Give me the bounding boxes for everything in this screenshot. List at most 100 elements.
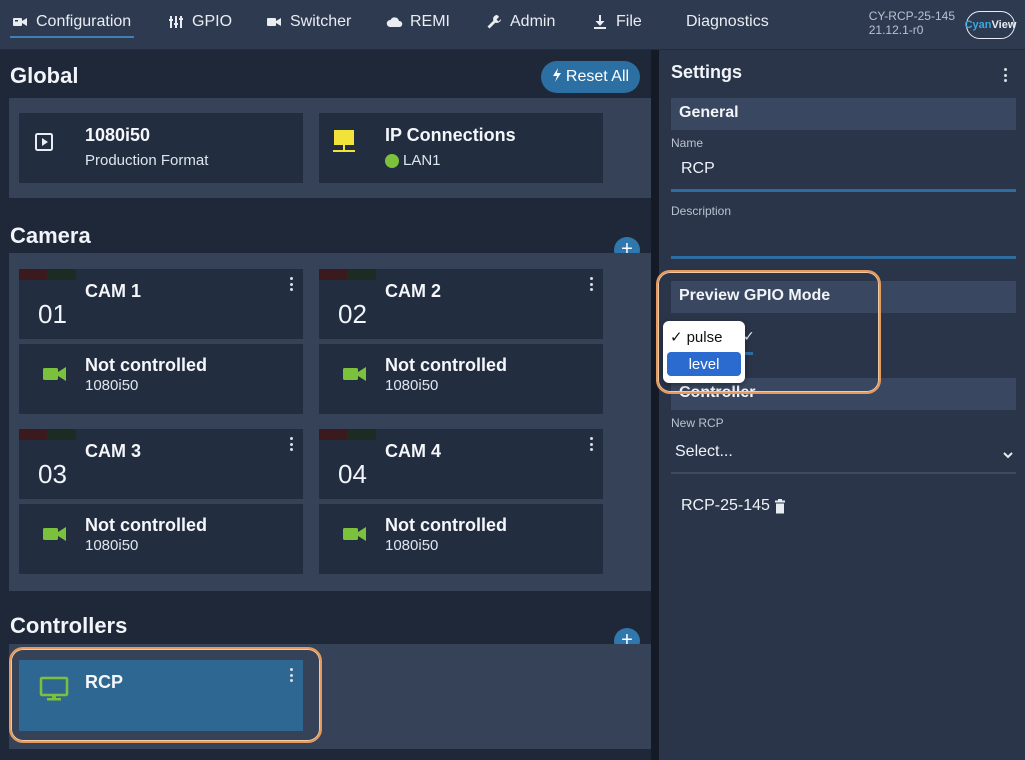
format-title: 1080i50: [85, 125, 151, 145]
general-header: General: [671, 98, 1016, 130]
nav-diagnostics[interactable]: Diagnostics: [686, 12, 769, 32]
camera-name: CAM 1: [85, 281, 142, 301]
camera-number: 02: [338, 299, 367, 329]
camera-status-card-3[interactable]: Not controlled 1080i50: [19, 504, 303, 574]
device-name: CY-RCP-25-145: [868, 9, 955, 23]
camera-status-card-4[interactable]: Not controlled 1080i50: [319, 504, 603, 574]
camera-title: Camera: [10, 223, 91, 248]
new-rcp-select[interactable]: Select...: [675, 443, 733, 461]
wrench-icon: [486, 14, 502, 30]
camera-number: 01: [38, 299, 67, 329]
dropdown-option-pulse[interactable]: ✓ pulse: [667, 325, 741, 349]
rcp-entry-label: RCP-25-145: [681, 497, 770, 514]
network-icon: [331, 129, 357, 160]
camera-status: Not controlled: [85, 355, 207, 375]
camera-name: CAM 4: [385, 441, 442, 461]
nav-switcher[interactable]: Switcher: [266, 12, 351, 32]
reset-all-label: Reset All: [565, 68, 630, 85]
download-icon: [592, 14, 608, 30]
video-camera-icon: [343, 366, 367, 387]
nav-label: Admin: [510, 13, 556, 30]
camera-status: Not controlled: [85, 515, 207, 535]
camera-menu-icon[interactable]: [289, 437, 293, 451]
description-input[interactable]: [681, 230, 1011, 250]
camera-number: 03: [38, 459, 67, 489]
tally-indicator: [319, 269, 376, 280]
format-subtitle: Production Format: [85, 152, 209, 169]
camera-format: 1080i50: [385, 377, 439, 394]
camera-number: 04: [338, 459, 367, 489]
controller-name: RCP: [85, 672, 124, 692]
camera-status-card-1[interactable]: Not controlled 1080i50: [19, 344, 303, 414]
device-version: 21.12.1-r0: [868, 23, 924, 37]
description-label: Description: [671, 204, 732, 218]
nav-configuration[interactable]: Configuration: [12, 12, 131, 32]
camera-status-card-2[interactable]: Not controlled 1080i50: [319, 344, 603, 414]
camera-name: CAM 2: [385, 281, 442, 301]
reset-all-button[interactable]: Reset All: [541, 61, 640, 93]
camera-status: Not controlled: [385, 355, 507, 375]
camera-card-3[interactable]: 03 CAM 3: [19, 429, 303, 499]
nav-admin[interactable]: Admin: [486, 12, 555, 32]
camera-menu-icon[interactable]: [589, 277, 593, 291]
nav-label: REMI: [410, 13, 450, 30]
chevron-down-icon[interactable]: [1002, 447, 1014, 465]
name-underline: [671, 189, 1016, 192]
camera-name: CAM 3: [85, 441, 142, 461]
production-format-card[interactable]: 1080i50 Production Format: [19, 113, 303, 183]
camera-format: 1080i50: [85, 537, 139, 554]
camera-format: 1080i50: [85, 377, 139, 394]
device-info: CY-RCP-25-145 21.12.1-r0: [869, 9, 955, 37]
status-dot-icon: [385, 154, 399, 168]
tally-indicator: [319, 429, 376, 440]
video-camera-icon: [43, 366, 67, 387]
new-rcp-underline: [671, 472, 1016, 474]
new-rcp-label: New RCP: [671, 416, 724, 430]
global-title: Global: [10, 63, 79, 88]
camera-card-2[interactable]: 02 CAM 2: [319, 269, 603, 339]
switcher-icon: [266, 14, 282, 30]
camera-icon: [12, 14, 28, 30]
option-label: pulse: [686, 328, 723, 346]
top-nav: Configuration GPIO Switcher REMI Admin F…: [0, 0, 1025, 50]
settings-menu-icon[interactable]: [1003, 68, 1007, 82]
preview-gpio-header: Preview GPIO Mode: [671, 281, 1016, 313]
nav-label: File: [616, 13, 642, 30]
camera-menu-icon[interactable]: [289, 277, 293, 291]
controller-menu-icon[interactable]: [289, 668, 293, 682]
check-icon: ✓: [670, 329, 683, 346]
gpio-mode-dropdown[interactable]: ✓ pulse level: [663, 321, 745, 383]
ip-connections-card[interactable]: IP Connections LAN1: [319, 113, 603, 183]
video-camera-icon: [43, 526, 67, 547]
nav-label: GPIO: [192, 13, 233, 30]
nav-file[interactable]: File: [592, 12, 642, 32]
gpio-icon: [168, 14, 184, 30]
active-tab-indicator: [10, 36, 134, 38]
description-underline: [671, 256, 1016, 259]
settings-pane: Settings General Name RCP Description Pr…: [659, 50, 1025, 760]
video-camera-icon: [343, 526, 367, 547]
nav-label: Switcher: [290, 13, 352, 30]
controller-card-rcp[interactable]: RCP: [19, 660, 303, 731]
dropdown-option-level[interactable]: level: [667, 352, 741, 376]
camera-format: 1080i50: [385, 537, 439, 554]
nav-label: Diagnostics: [686, 13, 769, 30]
trash-icon[interactable]: [774, 499, 786, 519]
play-icon: [35, 133, 53, 156]
pane-divider[interactable]: [651, 50, 659, 760]
nav-remi[interactable]: REMI: [386, 12, 450, 32]
camera-menu-icon[interactable]: [589, 437, 593, 451]
nav-gpio[interactable]: GPIO: [168, 12, 232, 32]
option-label: level: [688, 355, 720, 373]
camera-status: Not controlled: [385, 515, 507, 535]
cyanview-logo: Cyan View: [965, 11, 1016, 39]
bolt-icon: [552, 67, 562, 87]
ip-title: IP Connections: [385, 125, 516, 145]
camera-card-1[interactable]: 01 CAM 1: [19, 269, 303, 339]
name-label: Name: [671, 136, 704, 150]
camera-card-4[interactable]: 04 CAM 4: [319, 429, 603, 499]
nav-label: Configuration: [36, 13, 132, 30]
cloud-icon: [386, 14, 403, 30]
controllers-title: Controllers: [10, 613, 128, 638]
name-input[interactable]: RCP: [681, 160, 715, 178]
